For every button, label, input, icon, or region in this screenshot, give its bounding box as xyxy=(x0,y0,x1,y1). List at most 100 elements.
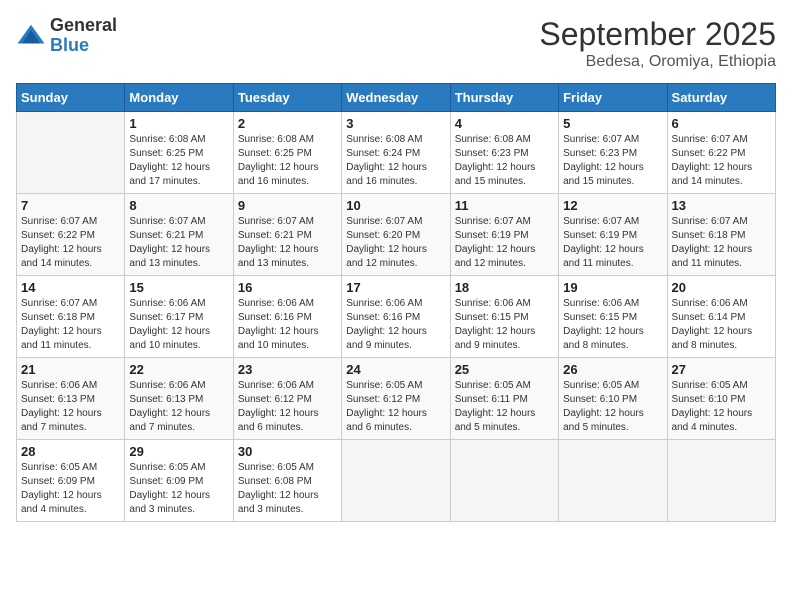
day-number: 13 xyxy=(672,198,771,213)
calendar-cell: 24 Sunrise: 6:05 AM Sunset: 6:12 PM Dayli… xyxy=(342,358,450,440)
calendar-cell: 22 Sunrise: 6:06 AM Sunset: 6:13 PM Dayli… xyxy=(125,358,233,440)
calendar-cell: 6 Sunrise: 6:07 AM Sunset: 6:22 PM Daylig… xyxy=(667,112,775,194)
day-header-tuesday: Tuesday xyxy=(233,84,341,112)
day-detail: Sunrise: 6:05 AM Sunset: 6:09 PM Dayligh… xyxy=(21,461,120,517)
day-detail: Sunrise: 6:06 AM Sunset: 6:16 PM Dayligh… xyxy=(238,297,337,353)
day-detail: Sunrise: 6:06 AM Sunset: 6:15 PM Dayligh… xyxy=(455,297,554,353)
calendar-cell: 3 Sunrise: 6:08 AM Sunset: 6:24 PM Daylig… xyxy=(342,112,450,194)
page-header: General Blue September 2025 Bedesa, Orom… xyxy=(16,16,776,71)
day-number: 24 xyxy=(346,362,445,377)
day-number: 6 xyxy=(672,116,771,131)
day-detail: Sunrise: 6:07 AM Sunset: 6:21 PM Dayligh… xyxy=(129,215,228,271)
calendar-cell: 23 Sunrise: 6:06 AM Sunset: 6:12 PM Dayli… xyxy=(233,358,341,440)
logo-icon xyxy=(16,21,46,51)
day-detail: Sunrise: 6:05 AM Sunset: 6:10 PM Dayligh… xyxy=(563,379,662,435)
calendar-cell: 13 Sunrise: 6:07 AM Sunset: 6:18 PM Dayli… xyxy=(667,194,775,276)
day-detail: Sunrise: 6:07 AM Sunset: 6:20 PM Dayligh… xyxy=(346,215,445,271)
calendar-cell: 5 Sunrise: 6:07 AM Sunset: 6:23 PM Daylig… xyxy=(559,112,667,194)
day-detail: Sunrise: 6:06 AM Sunset: 6:16 PM Dayligh… xyxy=(346,297,445,353)
calendar-cell xyxy=(450,440,558,522)
calendar-cell xyxy=(342,440,450,522)
day-detail: Sunrise: 6:06 AM Sunset: 6:13 PM Dayligh… xyxy=(21,379,120,435)
calendar-cell: 18 Sunrise: 6:06 AM Sunset: 6:15 PM Dayli… xyxy=(450,276,558,358)
calendar-cell: 17Sunrise: 6:06 AM Sunset: 6:16 PM Dayli… xyxy=(342,276,450,358)
month-title: September 2025 xyxy=(539,16,776,53)
calendar-cell: 2Sunrise: 6:08 AM Sunset: 6:25 PM Daylig… xyxy=(233,112,341,194)
calendar-week-1: 1Sunrise: 6:08 AM Sunset: 6:25 PM Daylig… xyxy=(17,112,776,194)
day-detail: Sunrise: 6:05 AM Sunset: 6:11 PM Dayligh… xyxy=(455,379,554,435)
day-number: 14 xyxy=(21,280,120,295)
day-detail: Sunrise: 6:05 AM Sunset: 6:12 PM Dayligh… xyxy=(346,379,445,435)
day-detail: Sunrise: 6:06 AM Sunset: 6:12 PM Dayligh… xyxy=(238,379,337,435)
calendar-cell: 9 Sunrise: 6:07 AM Sunset: 6:21 PM Daylig… xyxy=(233,194,341,276)
day-number: 21 xyxy=(21,362,120,377)
calendar-table: SundayMondayTuesdayWednesdayThursdayFrid… xyxy=(16,83,776,522)
day-number: 29 xyxy=(129,444,228,459)
calendar-cell: 16 Sunrise: 6:06 AM Sunset: 6:16 PM Dayli… xyxy=(233,276,341,358)
calendar-cell: 27Sunrise: 6:05 AM Sunset: 6:10 PM Dayli… xyxy=(667,358,775,440)
day-detail: Sunrise: 6:06 AM Sunset: 6:15 PM Dayligh… xyxy=(563,297,662,353)
day-number: 15 xyxy=(129,280,228,295)
day-header-thursday: Thursday xyxy=(450,84,558,112)
calendar-cell: 15 Sunrise: 6:06 AM Sunset: 6:17 PM Dayli… xyxy=(125,276,233,358)
title-block: September 2025 Bedesa, Oromiya, Ethiopia xyxy=(539,16,776,71)
calendar-week-2: 7 Sunrise: 6:07 AM Sunset: 6:22 PM Daylig… xyxy=(17,194,776,276)
day-number: 23 xyxy=(238,362,337,377)
calendar-cell: 28 Sunrise: 6:05 AM Sunset: 6:09 PM Dayli… xyxy=(17,440,125,522)
calendar-cell: 26Sunrise: 6:05 AM Sunset: 6:10 PM Dayli… xyxy=(559,358,667,440)
day-number: 28 xyxy=(21,444,120,459)
day-number: 19 xyxy=(563,280,662,295)
day-number: 10 xyxy=(346,198,445,213)
day-header-monday: Monday xyxy=(125,84,233,112)
day-number: 22 xyxy=(129,362,228,377)
day-number: 16 xyxy=(238,280,337,295)
day-number: 11 xyxy=(455,198,554,213)
day-header-wednesday: Wednesday xyxy=(342,84,450,112)
day-detail: Sunrise: 6:07 AM Sunset: 6:18 PM Dayligh… xyxy=(21,297,120,353)
logo-general: General xyxy=(50,16,117,36)
calendar-cell: 30Sunrise: 6:05 AM Sunset: 6:08 PM Dayli… xyxy=(233,440,341,522)
calendar-week-3: 14 Sunrise: 6:07 AM Sunset: 6:18 PM Dayli… xyxy=(17,276,776,358)
day-number: 4 xyxy=(455,116,554,131)
calendar-cell: 14 Sunrise: 6:07 AM Sunset: 6:18 PM Dayli… xyxy=(17,276,125,358)
calendar-cell: 21 Sunrise: 6:06 AM Sunset: 6:13 PM Dayli… xyxy=(17,358,125,440)
day-number: 7 xyxy=(21,198,120,213)
day-detail: Sunrise: 6:06 AM Sunset: 6:14 PM Dayligh… xyxy=(672,297,771,353)
day-number: 9 xyxy=(238,198,337,213)
day-detail: Sunrise: 6:07 AM Sunset: 6:21 PM Dayligh… xyxy=(238,215,337,271)
day-detail: Sunrise: 6:06 AM Sunset: 6:13 PM Dayligh… xyxy=(129,379,228,435)
calendar-cell: 4 Sunrise: 6:08 AM Sunset: 6:23 PM Daylig… xyxy=(450,112,558,194)
calendar-cell xyxy=(559,440,667,522)
day-number: 3 xyxy=(346,116,445,131)
day-detail: Sunrise: 6:07 AM Sunset: 6:22 PM Dayligh… xyxy=(21,215,120,271)
calendar-cell: 12Sunrise: 6:07 AM Sunset: 6:19 PM Dayli… xyxy=(559,194,667,276)
day-detail: Sunrise: 6:07 AM Sunset: 6:22 PM Dayligh… xyxy=(672,133,771,189)
logo-text: General Blue xyxy=(50,16,117,56)
day-detail: Sunrise: 6:07 AM Sunset: 6:19 PM Dayligh… xyxy=(563,215,662,271)
day-detail: Sunrise: 6:05 AM Sunset: 6:09 PM Dayligh… xyxy=(129,461,228,517)
day-detail: Sunrise: 6:06 AM Sunset: 6:17 PM Dayligh… xyxy=(129,297,228,353)
day-detail: Sunrise: 6:08 AM Sunset: 6:25 PM Dayligh… xyxy=(238,133,337,189)
calendar-cell xyxy=(667,440,775,522)
day-detail: Sunrise: 6:07 AM Sunset: 6:18 PM Dayligh… xyxy=(672,215,771,271)
calendar-header-row: SundayMondayTuesdayWednesdayThursdayFrid… xyxy=(17,84,776,112)
day-number: 18 xyxy=(455,280,554,295)
day-detail: Sunrise: 6:07 AM Sunset: 6:19 PM Dayligh… xyxy=(455,215,554,271)
day-detail: Sunrise: 6:07 AM Sunset: 6:23 PM Dayligh… xyxy=(563,133,662,189)
day-detail: Sunrise: 6:08 AM Sunset: 6:24 PM Dayligh… xyxy=(346,133,445,189)
day-detail: Sunrise: 6:05 AM Sunset: 6:10 PM Dayligh… xyxy=(672,379,771,435)
day-detail: Sunrise: 6:08 AM Sunset: 6:23 PM Dayligh… xyxy=(455,133,554,189)
calendar-cell: 11 Sunrise: 6:07 AM Sunset: 6:19 PM Dayli… xyxy=(450,194,558,276)
calendar-cell: 10 Sunrise: 6:07 AM Sunset: 6:20 PM Dayli… xyxy=(342,194,450,276)
day-number: 30 xyxy=(238,444,337,459)
calendar-cell: 25 Sunrise: 6:05 AM Sunset: 6:11 PM Dayli… xyxy=(450,358,558,440)
day-number: 5 xyxy=(563,116,662,131)
day-header-saturday: Saturday xyxy=(667,84,775,112)
calendar-cell xyxy=(17,112,125,194)
day-number: 25 xyxy=(455,362,554,377)
calendar-cell: 20Sunrise: 6:06 AM Sunset: 6:14 PM Dayli… xyxy=(667,276,775,358)
logo: General Blue xyxy=(16,16,117,56)
day-detail: Sunrise: 6:08 AM Sunset: 6:25 PM Dayligh… xyxy=(129,133,228,189)
calendar-week-5: 28 Sunrise: 6:05 AM Sunset: 6:09 PM Dayli… xyxy=(17,440,776,522)
location-subtitle: Bedesa, Oromiya, Ethiopia xyxy=(539,53,776,71)
